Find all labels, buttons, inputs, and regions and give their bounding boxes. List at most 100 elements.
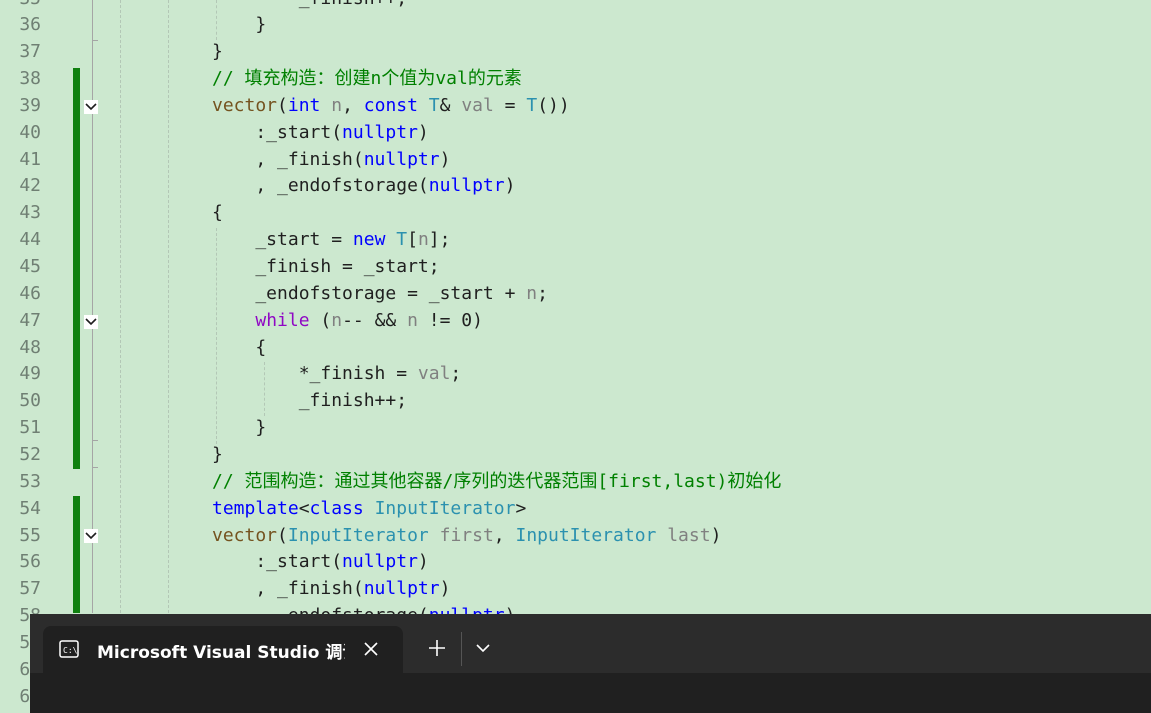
close-icon[interactable]	[361, 639, 381, 659]
code-line[interactable]: }	[212, 12, 266, 39]
code-token: (	[309, 309, 332, 331]
change-indicator	[73, 68, 80, 469]
code-token: vector	[212, 94, 278, 116]
code-token: ;	[537, 282, 548, 304]
outline-end-marker	[92, 467, 98, 468]
line-number: 39	[19, 94, 41, 116]
tab-debug-console[interactable]: C:\ Microsoft Visual Studio 调试控制台	[43, 626, 403, 673]
code-line[interactable]: {	[212, 335, 266, 362]
code-token: != 0)	[417, 309, 483, 331]
code-line[interactable]: , _finish(nullptr)	[212, 576, 450, 603]
line-number: 36	[19, 14, 41, 36]
collapse-toggle[interactable]	[84, 315, 98, 329]
code-line[interactable]: }	[212, 39, 223, 66]
terminal-window[interactable]: C:\ Microsoft Visual Studio 调试控制台	[30, 614, 1151, 713]
code-line[interactable]: :_start(nullptr)	[212, 120, 429, 147]
collapse-toggle[interactable]	[84, 100, 98, 114]
code-token: nullptr	[428, 175, 505, 197]
code-token: // 范围构造：通过其他容器/序列的迭代器范围[first,last)初始化	[212, 470, 782, 492]
code-token: _finish++;	[212, 0, 407, 9]
code-editor[interactable]: 3536 37 38 39 40 41 42 43 44 45 46 47 48 49 50 51 52 53 54…	[0, 0, 1151, 713]
code-line[interactable]: _finish = _start;	[212, 254, 439, 281]
code-line[interactable]: _endofstorage = _start + n;	[212, 281, 548, 308]
code-line[interactable]: {	[212, 200, 223, 227]
code-line[interactable]: vector(InputIterator first, InputIterato…	[212, 523, 721, 550]
line-number: 55	[19, 524, 41, 546]
line-number: 53	[19, 470, 41, 492]
chevron-down-icon	[85, 318, 97, 326]
outline-end-marker	[92, 40, 98, 41]
code-token: T	[396, 229, 408, 251]
code-token: (	[277, 94, 288, 116]
line-number: 35	[0, 0, 41, 13]
code-line[interactable]: }	[212, 442, 223, 469]
code-token: nullptr	[342, 551, 418, 573]
code-line[interactable]: *_finish = val;	[212, 361, 462, 388]
code-line[interactable]: while (n-- && n != 0)	[212, 308, 483, 335]
code-token: _start =	[212, 229, 353, 251]
code-line[interactable]: // 填充构造：创建n个值为val的元素	[212, 66, 522, 93]
code-token: :_start(	[212, 121, 343, 143]
code-token: vector	[212, 524, 278, 546]
code-token: class	[309, 497, 364, 519]
code-line[interactable]: , _finish(nullptr)	[212, 147, 450, 174]
code-line[interactable]: template<class InputIterator>	[212, 496, 526, 523]
line-number: 51	[19, 417, 41, 439]
code-token: )	[439, 148, 451, 170]
code-token: int	[287, 94, 321, 116]
collapse-toggle[interactable]	[84, 529, 98, 543]
code-token: ];	[428, 229, 451, 251]
code-token: )	[417, 121, 429, 143]
indent-guide	[120, 0, 121, 613]
code-token: n	[526, 282, 538, 304]
code-token: >	[515, 497, 527, 519]
code-token: {	[212, 202, 223, 224]
code-token: [	[407, 229, 418, 251]
code-line[interactable]: // 范围构造：通过其他容器/序列的迭代器范围[first,last)初始化	[212, 469, 781, 496]
code-token: ,	[493, 524, 516, 546]
code-token: ,	[342, 94, 364, 116]
code-token: , _finish(	[212, 578, 364, 600]
plus-icon[interactable]	[425, 636, 449, 660]
line-number: 44	[19, 229, 41, 251]
code-line[interactable]: _finish++;	[212, 388, 407, 415]
code-token: n	[331, 94, 343, 116]
code-line[interactable]: , _endofstorage(nullptr)	[212, 173, 515, 200]
code-token: , _finish(	[212, 148, 364, 170]
code-token: new	[352, 229, 386, 251]
code-token: }	[212, 443, 223, 465]
code-token: n	[331, 309, 343, 331]
code-token: InputIterator	[287, 524, 429, 546]
code-token: while	[255, 309, 310, 331]
code-line[interactable]: :_start(nullptr)	[212, 549, 428, 576]
code-token: _endofstorage = _start +	[212, 282, 527, 304]
code-token: val	[461, 94, 494, 116]
code-token: InputIterator	[515, 524, 657, 546]
terminal-icon: C:\	[59, 640, 79, 658]
line-number: 54	[19, 497, 41, 519]
code-token: // 填充构造：创建n个值为val的元素	[212, 68, 522, 90]
line-number: 42	[19, 175, 41, 197]
code-token: }	[212, 14, 267, 36]
chevron-down-icon[interactable]	[471, 636, 495, 660]
code-token: )	[710, 524, 722, 546]
code-line[interactable]: _finish++;	[212, 0, 407, 13]
outline-line	[92, 0, 93, 613]
divider	[461, 632, 462, 666]
code-line[interactable]: }	[212, 415, 266, 442]
code-token: first	[439, 524, 494, 546]
code-token: template	[212, 497, 299, 519]
svg-text:C:\: C:\	[63, 646, 78, 655]
code-line[interactable]: vector(int n, const T& val = T())	[212, 93, 570, 120]
code-line[interactable]: _start = new T[n];	[212, 227, 450, 254]
line-number: 43	[19, 202, 41, 224]
code-token: :_start(	[212, 551, 343, 573]
code-token: T	[526, 94, 538, 116]
code-token: &	[439, 94, 462, 116]
code-token: )	[504, 175, 516, 197]
